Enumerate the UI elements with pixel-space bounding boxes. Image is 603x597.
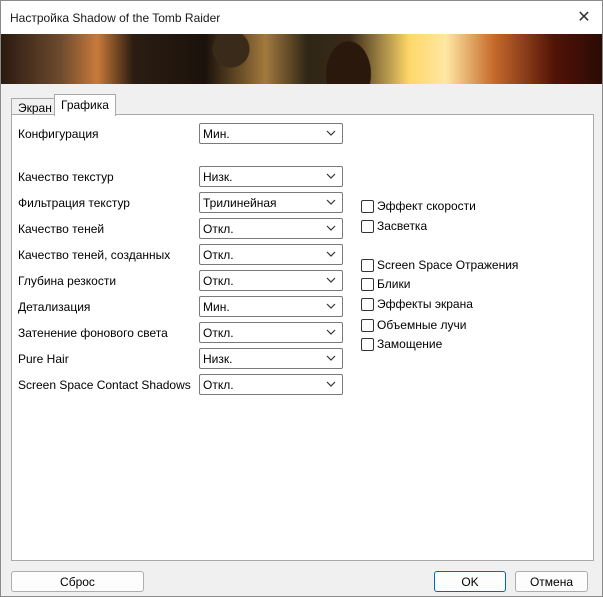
checkbox-box bbox=[361, 318, 374, 332]
motion-blur-checkbox[interactable]: Эффект скорости bbox=[361, 198, 476, 214]
reset-button[interactable]: Сброс bbox=[11, 571, 144, 592]
texture-filter-select[interactable]: Трилинейная bbox=[199, 192, 343, 213]
select-value: Откл. bbox=[203, 222, 234, 236]
window-title: Настройка Shadow of the Tomb Raider bbox=[10, 11, 221, 25]
ambient-occlusion-select[interactable]: Откл. bbox=[199, 322, 343, 343]
tab-label: Экран bbox=[18, 101, 52, 115]
select-value: Мин. bbox=[203, 127, 230, 141]
texture-filter-label: Фильтрация текстур bbox=[18, 196, 130, 210]
tab-label: Графика bbox=[61, 98, 109, 112]
pure-hair-label: Pure Hair bbox=[18, 352, 69, 366]
chevron-down-icon bbox=[326, 130, 336, 136]
shadow-quality-label: Качество теней bbox=[18, 222, 105, 236]
checkbox-box bbox=[361, 297, 374, 311]
cancel-button[interactable]: Отмена bbox=[515, 571, 588, 592]
config-select[interactable]: Мин. bbox=[199, 123, 343, 144]
checkbox-label: Замощение bbox=[377, 337, 443, 351]
checkbox-label: Эффекты экрана bbox=[377, 297, 473, 311]
checkbox-box bbox=[361, 199, 374, 213]
checkbox-label: Screen Space Отражения bbox=[377, 258, 519, 272]
ambient-occlusion-label: Затенение фонового света bbox=[18, 326, 168, 340]
depth-of-field-select[interactable]: Откл. bbox=[199, 270, 343, 291]
depth-of-field-label: Глубина резкости bbox=[18, 274, 117, 288]
chevron-down-icon bbox=[326, 303, 336, 309]
checkbox-label: Эффект скорости bbox=[377, 199, 476, 213]
screen-effects-checkbox[interactable]: Эффекты экрана bbox=[361, 296, 473, 312]
select-value: Мин. bbox=[203, 300, 230, 314]
texture-quality-select[interactable]: Низк. bbox=[199, 166, 343, 187]
checkbox-box bbox=[361, 337, 374, 351]
level-of-detail-select[interactable]: Мин. bbox=[199, 296, 343, 317]
checkbox-label: Засветка bbox=[377, 219, 428, 233]
checkbox-label: Объемные лучи bbox=[377, 318, 467, 332]
select-value: Откл. bbox=[203, 274, 234, 288]
volumetric-lighting-checkbox[interactable]: Объемные лучи bbox=[361, 317, 466, 333]
select-value: Низк. bbox=[203, 352, 233, 366]
select-value: Низк. bbox=[203, 170, 233, 184]
chevron-down-icon bbox=[326, 225, 336, 231]
texture-quality-label: Качество текстур bbox=[18, 170, 114, 184]
shadow-quality-select[interactable]: Откл. bbox=[199, 218, 343, 239]
chevron-down-icon bbox=[326, 199, 336, 205]
contact-shadow-quality-label: Качество теней, созданных bbox=[18, 248, 171, 262]
select-value: Откл. bbox=[203, 378, 234, 392]
title-bar: Настройка Shadow of the Tomb Raider ✕ bbox=[1, 1, 602, 34]
checkbox-label: Блики bbox=[377, 277, 411, 291]
select-value: Откл. bbox=[203, 248, 234, 262]
bloom-checkbox[interactable]: Засветка bbox=[361, 218, 427, 234]
tessellation-checkbox[interactable]: Замощение bbox=[361, 336, 442, 352]
settings-window: Настройка Shadow of the Tomb Raider ✕ Эк… bbox=[0, 0, 603, 597]
level-of-detail-label: Детализация bbox=[18, 300, 91, 314]
select-value: Трилинейная bbox=[203, 196, 277, 210]
chevron-down-icon bbox=[326, 381, 336, 387]
lens-flares-checkbox[interactable]: Блики bbox=[361, 276, 410, 292]
chevron-down-icon bbox=[326, 173, 336, 179]
select-value: Откл. bbox=[203, 326, 234, 340]
chevron-down-icon bbox=[326, 355, 336, 361]
ok-button[interactable]: OK bbox=[434, 571, 506, 592]
pure-hair-select[interactable]: Низк. bbox=[199, 348, 343, 369]
checkbox-box bbox=[361, 258, 374, 272]
tab-graphics[interactable]: Графика bbox=[54, 94, 116, 116]
contact-shadow-quality-select[interactable]: Откл. bbox=[199, 244, 343, 265]
contact-shadows-label: Screen Space Contact Shadows bbox=[18, 378, 191, 392]
contact-shadows-select[interactable]: Откл. bbox=[199, 374, 343, 395]
config-label: Конфигурация bbox=[18, 127, 99, 141]
chevron-down-icon bbox=[326, 329, 336, 335]
game-banner-image bbox=[1, 34, 602, 84]
chevron-down-icon bbox=[326, 251, 336, 257]
close-icon[interactable]: ✕ bbox=[572, 5, 596, 29]
ssr-checkbox[interactable]: Screen Space Отражения bbox=[361, 257, 518, 273]
checkbox-box bbox=[361, 277, 374, 291]
checkbox-box bbox=[361, 219, 374, 233]
chevron-down-icon bbox=[326, 277, 336, 283]
